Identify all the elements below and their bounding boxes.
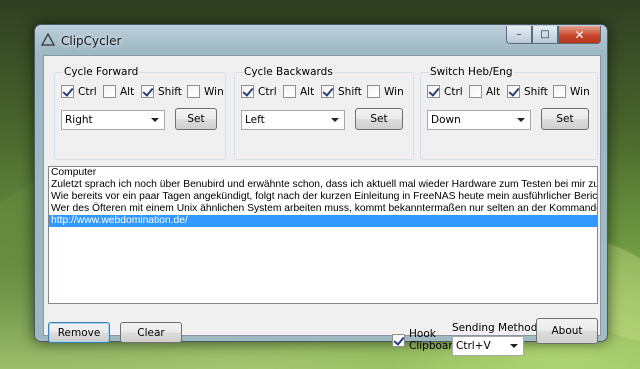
checkbox-box [103,85,116,98]
ctrl-checkbox[interactable]: Ctrl [241,85,277,98]
checkbox-label: Shift [524,85,548,98]
checkbox-box [283,85,296,98]
maximize-icon: □ [540,29,550,40]
key-select-value: Left [245,114,265,126]
checkbox-box [367,85,380,98]
win-checkbox[interactable]: Win [553,85,590,98]
maximize-button[interactable]: □ [532,26,558,44]
list-item[interactable]: Wer des Öfteren mit einem Unix ähnlichen… [49,203,597,215]
set-button[interactable]: Set [175,108,217,130]
checkbox-label: Ctrl [444,85,463,98]
checkbox-label: Win [384,85,404,98]
key-select-value: Down [431,114,461,126]
checkbox-box [392,334,405,347]
client-area: Cycle Forward Ctrl Alt Shift Win Right S… [43,55,601,356]
list-item[interactable]: Wie bereits vor ein paar Tagen angekündi… [49,191,597,203]
checkbox-label: Alt [486,85,501,98]
checkbox-box [61,85,74,98]
alt-checkbox[interactable]: Alt [103,85,134,98]
list-item-selected[interactable]: http://www.webdomination.de/ [49,215,597,227]
chevron-down-icon [517,118,525,122]
hook-clipboard-checkbox[interactable]: Hook Clipboard [392,328,459,352]
checkbox-box [469,85,482,98]
group-title: Switch Heb/Eng [429,66,514,78]
checkbox-box [141,85,154,98]
caption-buttons: – □ ✕ [506,26,601,44]
checkbox-box [553,85,566,98]
close-button[interactable]: ✕ [558,26,601,44]
minimize-button[interactable]: – [506,26,532,44]
sending-method-label: Sending Method [452,322,538,334]
ctrl-checkbox[interactable]: Ctrl [427,85,463,98]
checkbox-label: Alt [120,85,135,98]
group-title: Cycle Backwards [243,66,334,78]
shift-checkbox[interactable]: Shift [141,85,182,98]
alt-checkbox[interactable]: Alt [283,85,314,98]
set-button[interactable]: Set [541,108,589,130]
close-icon: ✕ [574,27,585,42]
win-checkbox[interactable]: Win [367,85,404,98]
sending-method-select[interactable]: Ctrl+V [452,336,524,356]
chevron-down-icon [331,118,339,122]
checkbox-box [241,85,254,98]
checkbox-label: Ctrl [258,85,277,98]
group-cycle-forward: Cycle Forward Ctrl Alt Shift Win Right S… [54,66,226,160]
win-checkbox[interactable]: Win [187,85,224,98]
checkbox-label: Shift [158,85,182,98]
list-item[interactable]: Computer [49,167,597,179]
main-window: ClipCycler – □ ✕ Cycle Forward Ctrl Alt … [34,24,608,356]
checkbox-label: Ctrl [78,85,97,98]
checkbox-box [427,85,440,98]
window-title: ClipCycler [61,34,122,48]
about-button[interactable]: About [536,318,598,344]
set-button[interactable]: Set [355,108,403,130]
key-select[interactable]: Down [427,110,531,130]
checkbox-label: Alt [300,85,315,98]
minimize-icon: – [516,29,522,40]
shift-checkbox[interactable]: Shift [321,85,362,98]
chevron-down-icon [151,118,159,122]
group-title: Cycle Forward [63,66,140,78]
title-bar[interactable]: ClipCycler – □ ✕ [35,25,607,55]
group-switch-heb-eng: Switch Heb/Eng Ctrl Alt Shift Win Down S… [420,66,598,160]
app-triangle-icon [41,33,55,46]
checkbox-box [507,85,520,98]
ctrl-checkbox[interactable]: Ctrl [61,85,97,98]
checkbox-label: Win [570,85,590,98]
key-select[interactable]: Right [61,110,165,130]
chevron-down-icon [510,344,518,348]
clipboard-history-list[interactable]: Computer Zuletzt sprach ich noch über Be… [48,166,598,304]
alt-checkbox[interactable]: Alt [469,85,500,98]
shift-checkbox[interactable]: Shift [507,85,548,98]
checkbox-label: Shift [338,85,362,98]
remove-button[interactable]: Remove [48,322,110,343]
clear-button[interactable]: Clear [120,322,182,343]
sending-method-value: Ctrl+V [456,340,491,352]
checkbox-box [321,85,334,98]
key-select-value: Right [65,114,93,126]
checkbox-box [187,85,200,98]
key-select[interactable]: Left [241,110,345,130]
group-cycle-backwards: Cycle Backwards Ctrl Alt Shift Win Left … [234,66,414,160]
list-item[interactable]: Zuletzt sprach ich noch über Benubird un… [49,179,597,191]
checkbox-label: Win [204,85,224,98]
